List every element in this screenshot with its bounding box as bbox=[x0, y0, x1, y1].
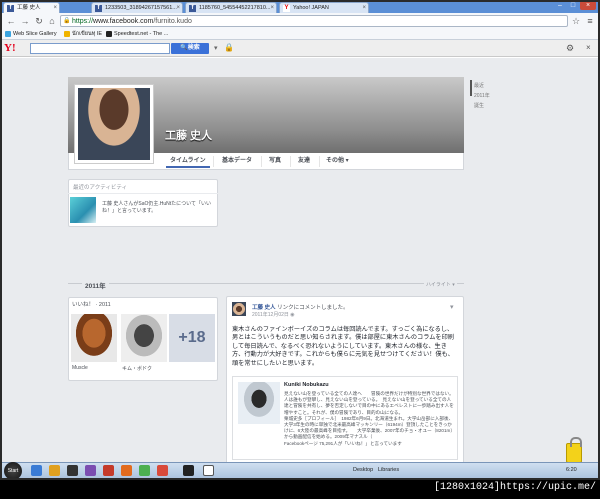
tab-photo-2[interactable]: f 1185760_54554452217810... × bbox=[185, 2, 277, 13]
clock[interactable]: 6:20 bbox=[566, 467, 577, 473]
close-icon[interactable]: × bbox=[362, 3, 366, 13]
highlights-dropdown[interactable]: ハイライト ▾ bbox=[424, 281, 457, 288]
taskbar-desktop[interactable]: Desktop bbox=[353, 467, 373, 473]
folder-icon bbox=[64, 31, 70, 37]
firefox-icon[interactable] bbox=[121, 465, 132, 476]
yahoo-search-button[interactable]: 🔍検索 bbox=[171, 43, 209, 54]
like-page-person[interactable] bbox=[121, 314, 167, 362]
year-label: 2011年 bbox=[82, 280, 109, 290]
window-icon[interactable] bbox=[203, 465, 214, 476]
profile-name[interactable]: 工藤 史人 bbox=[165, 127, 212, 143]
bookmark-thai[interactable]: นักเขียนทุ IE bbox=[64, 30, 102, 39]
likes-more-count[interactable]: +18 bbox=[169, 314, 215, 362]
scrubber-born[interactable]: 誕生 bbox=[474, 102, 484, 109]
maximize-icon[interactable]: □ bbox=[567, 1, 579, 10]
tab-friends[interactable]: 友達 bbox=[294, 155, 314, 168]
shared-link-image[interactable] bbox=[238, 382, 280, 424]
reload-icon[interactable]: ↻ bbox=[34, 16, 44, 26]
tab-timeline[interactable]: タイムライン bbox=[166, 155, 210, 168]
forward-icon[interactable]: → bbox=[20, 16, 30, 26]
profile-picture[interactable] bbox=[74, 84, 154, 164]
tab-more[interactable]: その他 ▾ bbox=[322, 155, 353, 168]
address-bar[interactable]: 🔒 https://www.facebook.com/furnito.kudo bbox=[60, 15, 568, 27]
watermark-text: [1280x1024]https://upic.me/ bbox=[433, 482, 596, 493]
facebook-icon: f bbox=[95, 5, 102, 12]
tab-photo-1[interactable]: f 1233503_31894267157561... × bbox=[91, 2, 183, 13]
lock-secure-icon: 🔒 bbox=[63, 18, 71, 24]
tab-yahoo[interactable]: Y Yahoo! JAPAN × bbox=[279, 2, 369, 13]
close-window-icon[interactable]: × bbox=[580, 1, 596, 10]
star-icon[interactable]: ☆ bbox=[571, 16, 581, 26]
activity-text[interactable]: 工藤 史人さんがSaO仍主.HuNtたについて「いいね！」と言っています。 bbox=[102, 201, 216, 215]
folder-icon bbox=[5, 31, 11, 37]
close-icon[interactable]: × bbox=[176, 3, 180, 13]
recent-activity-title: 最近のアクティビティ bbox=[73, 185, 128, 191]
minimize-icon[interactable]: – bbox=[554, 1, 566, 10]
scrubber-recent[interactable]: 最近 bbox=[474, 82, 484, 89]
close-icon[interactable]: × bbox=[53, 3, 57, 13]
activity-thumbnail[interactable] bbox=[70, 197, 96, 223]
scrubber-2011[interactable]: 2011年 bbox=[474, 92, 490, 99]
bookmark-web-slice[interactable]: Web Slice Gallery bbox=[5, 30, 57, 39]
padlock-icon bbox=[566, 437, 582, 463]
avatar[interactable] bbox=[232, 302, 246, 316]
app-icon[interactable] bbox=[157, 465, 168, 476]
globe-icon: ◉ bbox=[290, 312, 295, 318]
back-icon[interactable]: ← bbox=[6, 16, 16, 26]
gear-icon[interactable]: ⚙ bbox=[566, 43, 574, 54]
like-caption[interactable]: キム・ボドク bbox=[122, 365, 152, 372]
yahoo-logo[interactable]: Y! bbox=[4, 42, 16, 54]
taskbar-libraries[interactable]: Libraries bbox=[378, 467, 399, 473]
scrubber-indicator bbox=[470, 80, 472, 96]
post-header: 工藤 史人 リンクにコメントしました。 bbox=[252, 305, 349, 311]
post-body: 東木さんのファインボーイズのコラムは毎回読んでます。すっごく為になるし、男とはこ… bbox=[232, 326, 454, 367]
home-icon[interactable]: ⌂ bbox=[47, 16, 57, 26]
facebook-icon: f bbox=[7, 5, 14, 12]
start-button[interactable]: Start bbox=[4, 462, 22, 480]
year-divider bbox=[68, 283, 464, 284]
app-icon[interactable] bbox=[183, 465, 194, 476]
post-date[interactable]: 2011年12月02日 ◉ bbox=[252, 311, 295, 318]
close-icon[interactable]: × bbox=[270, 3, 274, 13]
toolbar-dropdown-icon[interactable]: ▾ bbox=[214, 44, 218, 52]
app-icon[interactable] bbox=[85, 465, 96, 476]
speedtest-icon bbox=[106, 31, 112, 37]
folder-icon[interactable] bbox=[49, 465, 60, 476]
wrench-menu-icon[interactable]: ≡ bbox=[585, 16, 595, 26]
search-icon: 🔍 bbox=[180, 45, 188, 51]
tab-profile[interactable]: f 工藤 史人 × bbox=[3, 2, 60, 13]
like-caption[interactable]: Muscle bbox=[72, 365, 88, 371]
app-icon[interactable] bbox=[103, 465, 114, 476]
facebook-icon: f bbox=[189, 5, 196, 12]
yahoo-icon: Y bbox=[283, 5, 290, 12]
ie-icon[interactable] bbox=[31, 465, 42, 476]
chrome-icon[interactable] bbox=[139, 465, 150, 476]
tab-photos[interactable]: 写真 bbox=[265, 155, 285, 168]
bookmark-speedtest[interactable]: Speedtest.net - The ... bbox=[106, 30, 168, 39]
yahoo-search-input[interactable] bbox=[30, 43, 170, 54]
close-toolbar-icon[interactable]: × bbox=[586, 43, 591, 52]
shared-link-text: 見えない山を登っている全ての人達へ 冒険の世界だけが特別な世界ではない。人は誰も… bbox=[284, 391, 454, 446]
tab-about[interactable]: 基本データ bbox=[218, 155, 256, 168]
likes-title[interactable]: いいね！ · 2011 bbox=[72, 300, 111, 308]
post-options-icon[interactable]: ▾ bbox=[450, 303, 454, 311]
shared-link-title[interactable]: Kuniki Nobukazu bbox=[284, 382, 329, 388]
like-page-muscle[interactable] bbox=[71, 314, 117, 362]
media-icon[interactable] bbox=[67, 465, 78, 476]
lock-toolbar-icon[interactable]: 🔒 bbox=[224, 43, 234, 52]
